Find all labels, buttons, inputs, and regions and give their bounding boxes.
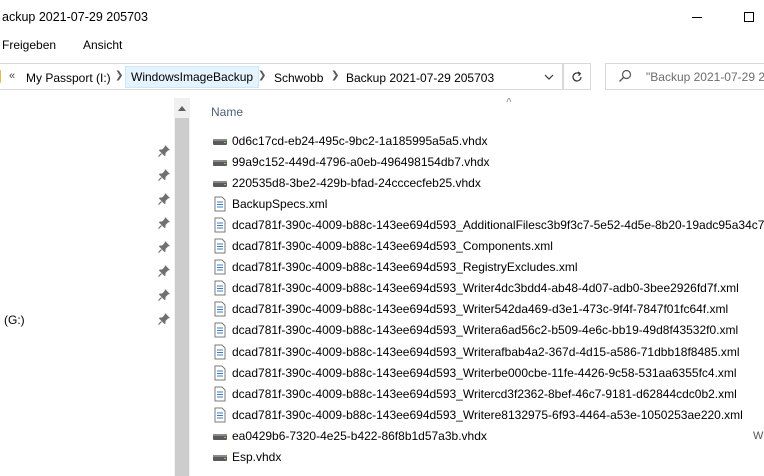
- file-name: dcad781f-390c-4009-b88c-143ee694d593_Add…: [232, 217, 764, 232]
- xml-file-icon: [212, 407, 228, 423]
- pin-icon[interactable]: [157, 216, 171, 230]
- drive-icon: [212, 133, 228, 149]
- cut-off-text: W: [753, 430, 764, 442]
- scroll-thumb[interactable]: [175, 118, 189, 476]
- folder-icon: [0, 70, 1, 83]
- search-icon: [619, 69, 632, 82]
- drive-icon: [212, 175, 228, 191]
- file-row[interactable]: dcad781f-390c-4009-b88c-143ee694d593_Reg…: [212, 257, 764, 278]
- file-name: ea0429b6-7320-4e25-b422-86f8b1d57a3b.vhd…: [232, 428, 487, 443]
- nav-item-drive-g[interactable]: (G:): [4, 313, 25, 327]
- file-row[interactable]: dcad781f-390c-4009-b88c-143ee694d593_Wri…: [212, 341, 764, 362]
- pin-icon[interactable]: [157, 168, 171, 182]
- xml-file-icon: [212, 386, 228, 402]
- overflow-chevron-icon[interactable]: «: [9, 70, 15, 82]
- pin-icon[interactable]: [157, 312, 171, 326]
- file-name: dcad781f-390c-4009-b88c-143ee694d593_Wri…: [232, 407, 743, 422]
- file-row[interactable]: 99a9c152-449d-4796-a0eb-496498154db7.vhd…: [212, 151, 764, 172]
- pin-icon[interactable]: [157, 264, 171, 278]
- address-history-button[interactable]: [536, 64, 562, 89]
- file-name: dcad781f-390c-4009-b88c-143ee694d593_Com…: [232, 239, 553, 253]
- file-row[interactable]: ea0429b6-7320-4e25-b422-86f8b1d57a3b.vhd…: [212, 425, 764, 446]
- nav-scrollbar[interactable]: [174, 98, 190, 476]
- scroll-up-button[interactable]: [174, 100, 190, 116]
- breadcrumb-windowsimagebackup[interactable]: WindowsImageBackup: [125, 66, 260, 88]
- breadcrumb-separator-icon[interactable]: ❯: [331, 70, 339, 81]
- sort-ascending-icon: ˄: [506, 98, 512, 106]
- file-name: dcad781f-390c-4009-b88c-143ee694d593_Wri…: [232, 281, 739, 296]
- file-row[interactable]: 0d6c17cd-eb24-495c-9bc2-1a185995a5a5.vhd…: [212, 130, 764, 151]
- chevron-up-icon: [178, 105, 186, 111]
- file-name: 0d6c17cd-eb24-495c-9bc2-1a185995a5a5.vhd…: [232, 133, 488, 148]
- address-bar[interactable]: « My Passport (I:) ❯ WindowsImageBackup …: [0, 63, 563, 90]
- minimize-icon: [692, 16, 702, 18]
- drive-icon: [212, 154, 228, 170]
- xml-file-icon: [212, 344, 228, 360]
- file-name: BackupSpecs.xml: [232, 196, 328, 211]
- file-row[interactable]: dcad781f-390c-4009-b88c-143ee694d593_Wri…: [212, 404, 764, 425]
- file-name: dcad781f-390c-4009-b88c-143ee694d593_Reg…: [232, 260, 578, 275]
- file-name: dcad781f-390c-4009-b88c-143ee694d593_Wri…: [232, 302, 729, 317]
- pin-icon[interactable]: [157, 240, 171, 254]
- file-row[interactable]: dcad781f-390c-4009-b88c-143ee694d593_Wri…: [212, 362, 764, 383]
- column-header-name[interactable]: Name: [211, 105, 243, 119]
- refresh-button[interactable]: [563, 63, 591, 90]
- breadcrumb-separator-icon[interactable]: ❯: [115, 70, 123, 81]
- tab-freigeben[interactable]: Freigeben: [2, 38, 56, 52]
- refresh-icon: [572, 71, 582, 82]
- pin-icon[interactable]: [157, 288, 171, 302]
- file-row[interactable]: Esp.vhdx: [212, 447, 764, 468]
- pin-icon[interactable]: [157, 192, 171, 206]
- drive-icon: [212, 428, 228, 444]
- xml-file-icon: [212, 280, 228, 296]
- file-name: 99a9c152-449d-4796-a0eb-496498154db7.vhd…: [232, 154, 490, 169]
- xml-file-icon: [212, 217, 228, 233]
- drive-icon: [212, 449, 228, 465]
- title-bar: ackup 2021-07-29 205703: [0, 0, 764, 34]
- file-name: dcad781f-390c-4009-b88c-143ee694d593_Wri…: [232, 344, 740, 359]
- breadcrumb-separator-icon[interactable]: ❯: [258, 70, 266, 81]
- pin-icon[interactable]: [157, 144, 171, 158]
- file-row[interactable]: dcad781f-390c-4009-b88c-143ee694d593_Wri…: [212, 320, 764, 341]
- file-list: ˄ Name 0d6c17cd-eb24-495c-9bc2-1a185995a…: [190, 98, 764, 476]
- file-row[interactable]: dcad781f-390c-4009-b88c-143ee694d593_Add…: [212, 214, 764, 235]
- file-row[interactable]: dcad781f-390c-4009-b88c-143ee694d593_Wri…: [212, 299, 764, 320]
- search-placeholder: "Backup 2021-07-29 205703" durchsuchen: [646, 70, 764, 84]
- file-name: dcad781f-390c-4009-b88c-143ee694d593_Wri…: [232, 386, 737, 401]
- xml-file-icon: [212, 322, 228, 338]
- file-name: dcad781f-390c-4009-b88c-143ee694d593_Wri…: [232, 323, 739, 338]
- address-row: « My Passport (I:) ❯ WindowsImageBackup …: [0, 58, 764, 98]
- chevron-down-icon: [544, 74, 554, 80]
- navigation-pane: (G:): [0, 98, 190, 476]
- tab-ansicht[interactable]: Ansicht: [83, 38, 122, 52]
- file-row[interactable]: dcad781f-390c-4009-b88c-143ee694d593_Wri…: [212, 278, 764, 299]
- xml-file-icon: [212, 196, 228, 212]
- breadcrumb-schwobb[interactable]: Schwobb: [269, 70, 328, 86]
- maximize-icon: [744, 12, 754, 22]
- breadcrumb-backup-folder[interactable]: Backup 2021-07-29 205703: [341, 70, 499, 86]
- file-row[interactable]: 220535d8-3be2-429b-bfad-24cccecfeb25.vhd…: [212, 172, 764, 193]
- xml-file-icon: [212, 301, 228, 317]
- breadcrumb-my-passport[interactable]: My Passport (I:): [21, 70, 116, 86]
- search-input[interactable]: "Backup 2021-07-29 205703" durchsuchen: [605, 63, 764, 90]
- xml-file-icon: [212, 259, 228, 275]
- minimize-button[interactable]: [674, 0, 720, 34]
- xml-file-icon: [212, 365, 228, 381]
- file-row[interactable]: BackupSpecs.xml: [212, 193, 764, 214]
- file-name: 220535d8-3be2-429b-bfad-24cccecfeb25.vhd…: [232, 175, 481, 190]
- file-row[interactable]: dcad781f-390c-4009-b88c-143ee694d593_Wri…: [212, 383, 764, 404]
- file-name: dcad781f-390c-4009-b88c-143ee694d593_Wri…: [232, 365, 737, 380]
- file-name: Esp.vhdx: [232, 450, 282, 464]
- maximize-button[interactable]: [726, 0, 764, 34]
- ribbon-tabs: Freigeben Ansicht: [0, 34, 764, 58]
- window-title: ackup 2021-07-29 205703: [2, 10, 148, 24]
- xml-file-icon: [212, 238, 228, 254]
- file-row[interactable]: dcad781f-390c-4009-b88c-143ee694d593_Com…: [212, 236, 764, 257]
